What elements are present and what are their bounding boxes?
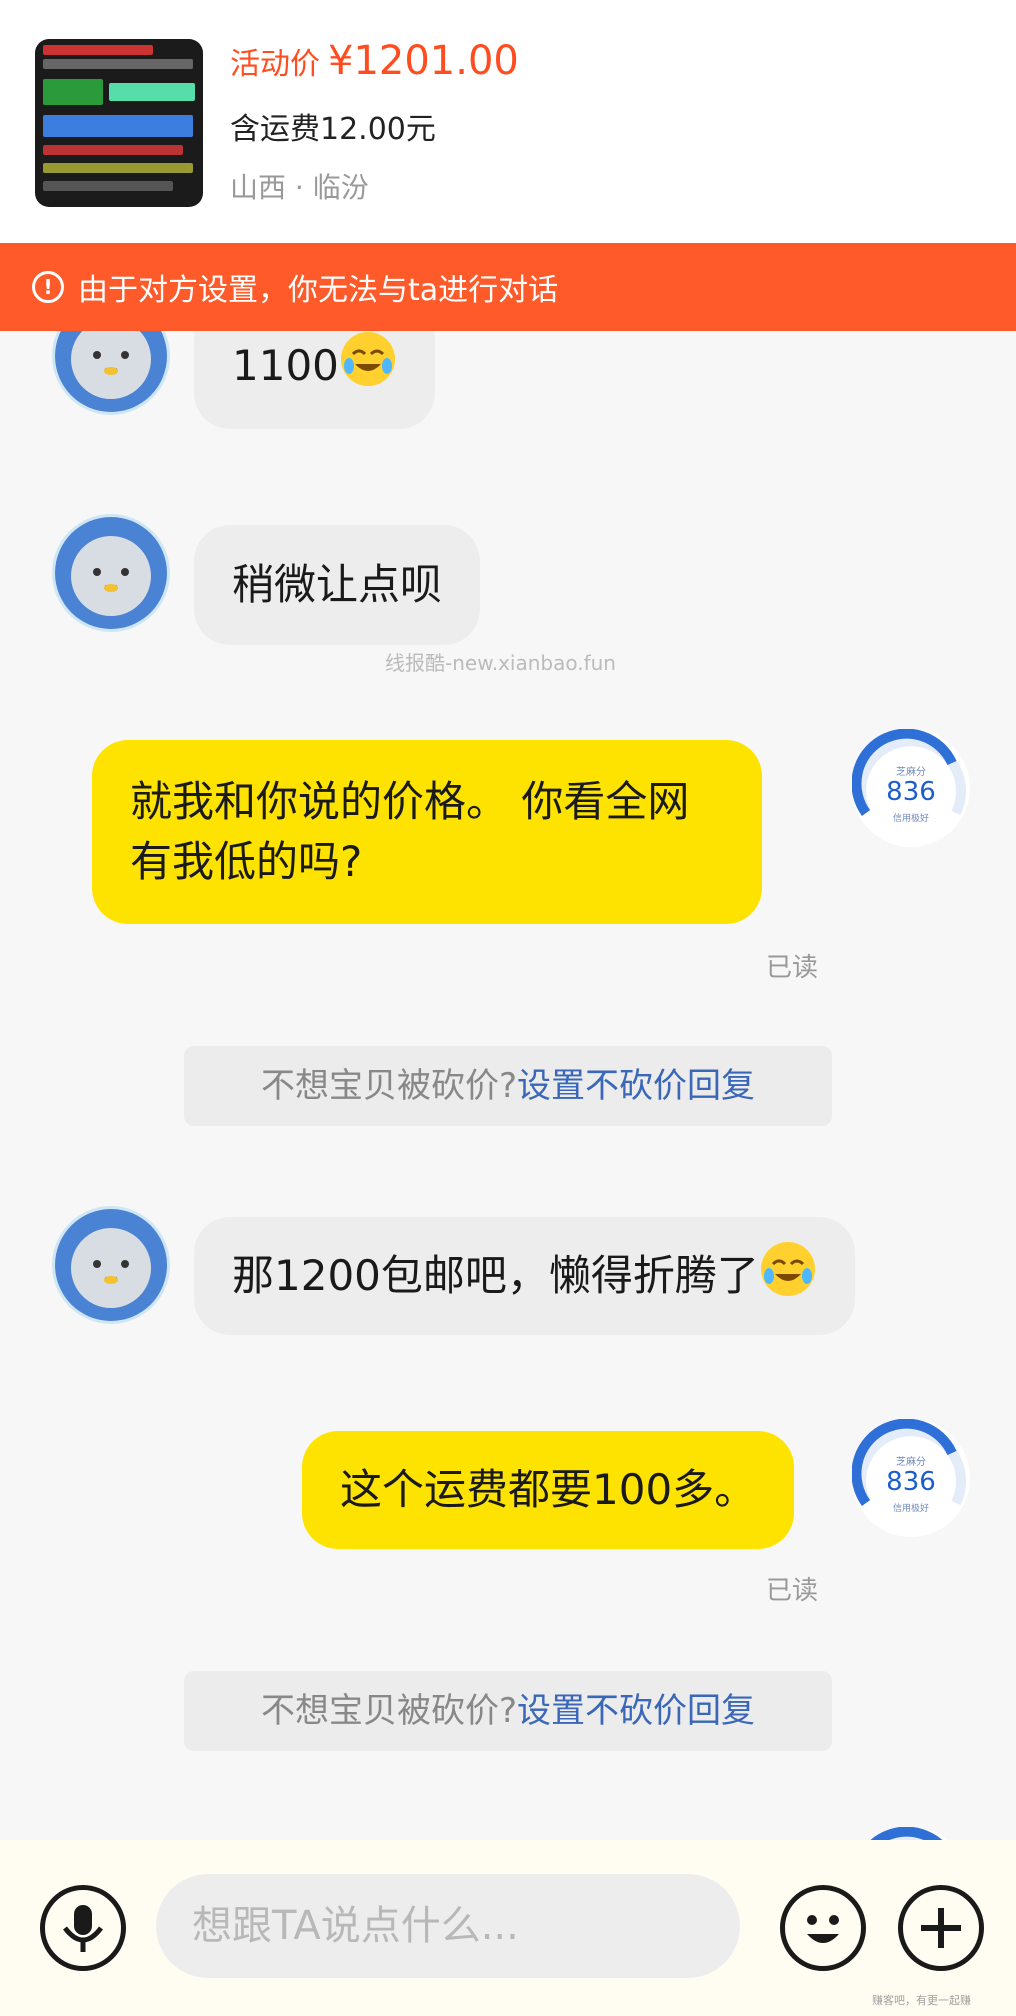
corner-watermark: 赚客吧，有更一起赚: [872, 1994, 971, 2007]
set-no-bargain-reply-link[interactable]: 设置不砍价回复: [517, 1066, 755, 1106]
crying-laughing-emoji-icon: [760, 1242, 815, 1296]
seller-avatar[interactable]: [52, 1206, 170, 1324]
message-text-line: 有我低的吗?: [130, 837, 363, 886]
sesame-score: 836: [886, 777, 936, 807]
message-input-bar: 想跟TA说点什么... 赚客吧，有更一起赚: [0, 1840, 1016, 2016]
sesame-label: 芝麻分: [896, 1457, 926, 1468]
sesame-rating: 信用极好: [892, 814, 929, 824]
product-thumbnail[interactable]: [35, 39, 203, 207]
message-text: 这个运费都要100多。: [340, 1465, 757, 1514]
banner-text: 由于对方设置，你无法与ta进行对话: [78, 273, 559, 308]
tip-prefix: 不想宝贝被砍价?: [260, 1691, 518, 1731]
tip-prefix: 不想宝贝被砍价?: [260, 1066, 518, 1106]
price-value: ¥1201.00: [328, 38, 519, 84]
shipping-info: 含运费12.00元: [230, 112, 436, 147]
sesame-score: 836: [886, 1467, 936, 1497]
message-text: 稍微让点呗: [232, 560, 443, 609]
message-input[interactable]: 想跟TA说点什么...: [156, 1874, 740, 1978]
anti-bargain-tip: 不想宝贝被砍价?设置不砍价回复: [184, 1046, 832, 1126]
message-text: 1100: [232, 341, 339, 390]
message-bubble-incoming[interactable]: 那1200包邮吧，懒得折腾了: [194, 1217, 855, 1335]
seller-avatar[interactable]: [52, 514, 170, 632]
message-text: 那1200包邮吧，懒得折腾了: [232, 1251, 759, 1300]
sesame-rating: 信用极好: [892, 1504, 929, 1514]
price-label: 活动价: [230, 47, 320, 82]
seller-avatar[interactable]: [52, 331, 170, 415]
sesame-credit-badge[interactable]: [852, 1827, 970, 1840]
sesame-credit-badge[interactable]: 芝麻分 836 信用极好: [852, 1419, 970, 1537]
read-receipt: 已读: [766, 953, 819, 983]
microphone-icon[interactable]: [40, 1885, 126, 1971]
crying-laughing-emoji-icon: [340, 332, 395, 386]
alert-icon: !: [32, 271, 64, 303]
sesame-label: 芝麻分: [896, 767, 926, 778]
chat-blocked-banner: ! 由于对方设置，你无法与ta进行对话: [0, 243, 1016, 331]
watermark: 线报酷-new.xianbao.fun: [385, 651, 616, 675]
set-no-bargain-reply-link[interactable]: 设置不砍价回复: [517, 1691, 755, 1731]
seller-location: 山西 · 临汾: [230, 171, 369, 204]
message-text-line: 就我和你说的价格。 你看全网: [130, 777, 690, 826]
message-bubble-outgoing[interactable]: 这个运费都要100多。: [302, 1431, 795, 1549]
message-bubble-outgoing[interactable]: 就我和你说的价格。 你看全网 有我低的吗?: [92, 740, 762, 924]
plus-icon[interactable]: [898, 1885, 984, 1971]
sesame-credit-badge[interactable]: 芝麻分 836 信用极好: [852, 729, 970, 847]
smiley-icon[interactable]: [780, 1885, 866, 1971]
read-receipt: 已读: [766, 1576, 819, 1606]
chat-messages[interactable]: 1100 稍微让点呗 线报酷-new.xianbao.fun 就我和你说的价格。…: [0, 331, 1016, 1840]
price: 活动价 ¥1201.00: [230, 38, 519, 84]
message-bubble-incoming[interactable]: 1100: [194, 331, 435, 429]
message-bubble-incoming[interactable]: 稍微让点呗: [194, 525, 481, 645]
anti-bargain-tip: 不想宝贝被砍价?设置不砍价回复: [184, 1671, 832, 1751]
product-card[interactable]: 活动价 ¥1201.00 含运费12.00元 山西 · 临汾: [0, 0, 1016, 243]
